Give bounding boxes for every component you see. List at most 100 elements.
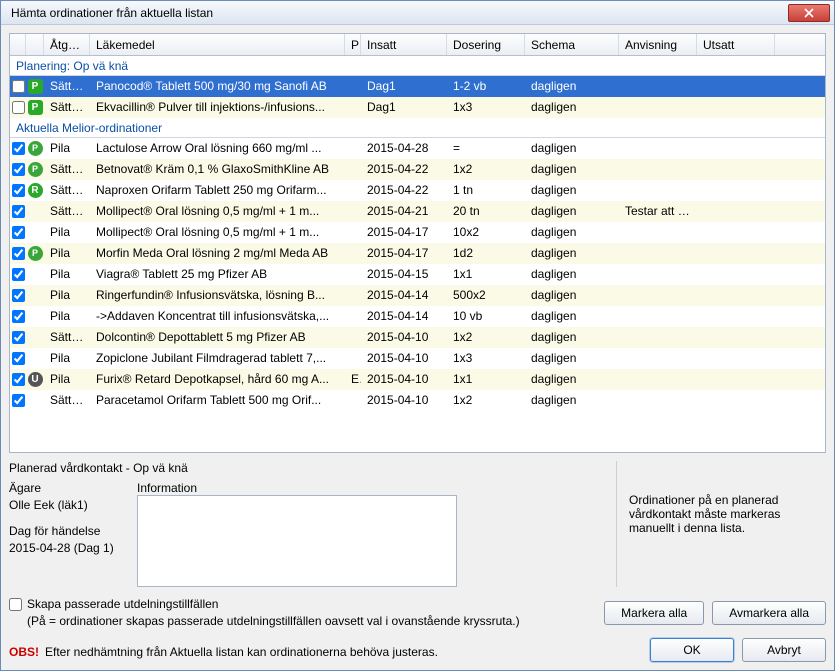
group-header: Planering: Op vä knä — [10, 56, 825, 76]
table-row[interactable]: RSätt inNaproxen Orifarm Tablett 250 mg … — [10, 180, 825, 201]
group-header: Aktuella Melior-ordinationer — [10, 118, 825, 138]
table-row[interactable]: Sätt inDolcontin® Depottablett 5 mg Pfiz… — [10, 327, 825, 348]
cell-utsatt — [697, 201, 775, 222]
cell-p — [345, 348, 361, 369]
markera-alla-button[interactable]: Markera alla — [604, 601, 704, 625]
table-row[interactable]: PilaZopiclone Jubilant Filmdragerad tabl… — [10, 348, 825, 369]
cell-schema: dagligen — [525, 264, 619, 285]
row-checkbox[interactable] — [12, 226, 25, 239]
col-utsatt[interactable]: Utsatt — [697, 34, 775, 55]
table-row[interactable]: PSätt inEkvacillin® Pulver till injektio… — [10, 97, 825, 118]
col-anvisning[interactable]: Anvisning — [619, 34, 697, 55]
cell-insatt: 2015-04-28 — [361, 138, 447, 159]
table-row[interactable]: PSätt inBetnovat® Kräm 0,1 % GlaxoSmithK… — [10, 159, 825, 180]
col-atgard[interactable]: Åtgärd — [44, 34, 90, 55]
cell-dosering: 1x1 — [447, 369, 525, 390]
row-checkbox-cell — [10, 348, 26, 369]
cell-atgard: Pila — [44, 285, 90, 306]
close-button[interactable] — [788, 4, 830, 22]
table-row[interactable]: Pila->Addaven Koncentrat till infusionsv… — [10, 306, 825, 327]
row-checkbox[interactable] — [12, 394, 25, 407]
row-checkbox[interactable] — [12, 142, 25, 155]
cell-schema: dagligen — [525, 201, 619, 222]
table-row[interactable]: PPilaMorfin Meda Oral lösning 2 mg/ml Me… — [10, 243, 825, 264]
sub-note: (På = ordinationer skapas passerade utde… — [27, 614, 520, 628]
cell-p — [345, 201, 361, 222]
table-row[interactable]: Sätt inMollipect® Oral lösning 0,5 mg/ml… — [10, 201, 825, 222]
cell-p — [345, 222, 361, 243]
cell-anvisning — [619, 348, 697, 369]
cell-p — [345, 180, 361, 201]
row-checkbox[interactable] — [12, 184, 25, 197]
row-checkbox[interactable] — [12, 205, 25, 218]
cell-utsatt — [697, 159, 775, 180]
cell-insatt: 2015-04-10 — [361, 390, 447, 411]
col-insatt[interactable]: Insatt — [361, 34, 447, 55]
row-checkbox[interactable] — [12, 247, 25, 260]
row-checkbox[interactable] — [12, 163, 25, 176]
cell-atgard: Pila — [44, 306, 90, 327]
table-row[interactable]: PilaRingerfundin® Infusionsvätska, lösni… — [10, 285, 825, 306]
cell-atgard: Sätt in — [44, 159, 90, 180]
cell-p — [345, 97, 361, 118]
ordinations-grid: Åtgärd Läkemedel P Insatt Dosering Schem… — [9, 33, 826, 453]
cell-dosering: 20 tn — [447, 201, 525, 222]
day-value: 2015-04-28 (Dag 1) — [9, 541, 119, 555]
row-checkbox[interactable] — [12, 331, 25, 344]
cell-insatt: 2015-04-10 — [361, 327, 447, 348]
row-checkbox[interactable] — [12, 352, 25, 365]
avmarkera-alla-button[interactable]: Avmarkera alla — [712, 601, 826, 625]
cell-anvisning — [619, 327, 697, 348]
cell-schema: dagligen — [525, 222, 619, 243]
col-icon[interactable] — [26, 34, 44, 55]
cell-dosering: 1x2 — [447, 159, 525, 180]
row-icon-cell: P — [26, 243, 44, 264]
row-icon-cell: U — [26, 369, 44, 390]
col-schema[interactable]: Schema — [525, 34, 619, 55]
details-right-note: Ordinationer på en planerad vårdkontakt … — [616, 461, 826, 587]
grid-body[interactable]: Planering: Op vä knäPSätt inPanocod® Tab… — [10, 56, 825, 452]
avbryt-button[interactable]: Avbryt — [742, 638, 826, 662]
cell-anvisning — [619, 159, 697, 180]
cell-utsatt — [697, 369, 775, 390]
cell-lakemedel: Ekvacillin® Pulver till injektions-/infu… — [90, 97, 345, 118]
table-row[interactable]: UPilaFurix® Retard Depotkapsel, hård 60 … — [10, 369, 825, 390]
row-checkbox[interactable] — [12, 373, 25, 386]
cell-anvisning: Testar att s... — [619, 201, 697, 222]
row-icon-cell — [26, 222, 44, 243]
close-icon — [804, 8, 814, 18]
row-checkbox[interactable] — [12, 80, 25, 93]
skapa-passerade-checkbox[interactable] — [9, 598, 22, 611]
info-label: Information — [137, 481, 457, 495]
cell-insatt: 2015-04-15 — [361, 264, 447, 285]
table-row[interactable]: PilaMollipect® Oral lösning 0,5 mg/ml + … — [10, 222, 825, 243]
table-row[interactable]: PSätt inPanocod® Tablett 500 mg/30 mg Sa… — [10, 76, 825, 97]
cell-utsatt — [697, 76, 775, 97]
table-row[interactable]: Sätt inParacetamol Orifarm Tablett 500 m… — [10, 390, 825, 411]
cell-atgard: Sätt in — [44, 97, 90, 118]
titlebar: Hämta ordinationer från aktuella listan — [1, 1, 834, 25]
cell-p — [345, 306, 361, 327]
col-p[interactable]: P — [345, 34, 361, 55]
cell-lakemedel: Mollipect® Oral lösning 0,5 mg/ml + 1 m.… — [90, 201, 345, 222]
cell-atgard: Sätt in — [44, 201, 90, 222]
col-dosering[interactable]: Dosering — [447, 34, 525, 55]
table-row[interactable]: PilaViagra® Tablett 25 mg Pfizer AB2015-… — [10, 264, 825, 285]
cell-p — [345, 159, 361, 180]
col-checkbox[interactable] — [10, 34, 26, 55]
cell-utsatt — [697, 348, 775, 369]
row-checkbox[interactable] — [12, 101, 25, 114]
ok-button[interactable]: OK — [650, 638, 734, 662]
row-icon-cell — [26, 285, 44, 306]
row-checkbox-cell — [10, 306, 26, 327]
information-textarea[interactable] — [137, 495, 457, 587]
row-checkbox[interactable] — [12, 268, 25, 281]
cell-insatt: 2015-04-17 — [361, 222, 447, 243]
table-row[interactable]: PPilaLactulose Arrow Oral lösning 660 mg… — [10, 138, 825, 159]
cell-dosering: 500x2 — [447, 285, 525, 306]
cell-anvisning — [619, 76, 697, 97]
row-checkbox[interactable] — [12, 310, 25, 323]
col-lakemedel[interactable]: Läkemedel — [90, 34, 345, 55]
row-checkbox[interactable] — [12, 289, 25, 302]
cell-dosering: 1 tn — [447, 180, 525, 201]
